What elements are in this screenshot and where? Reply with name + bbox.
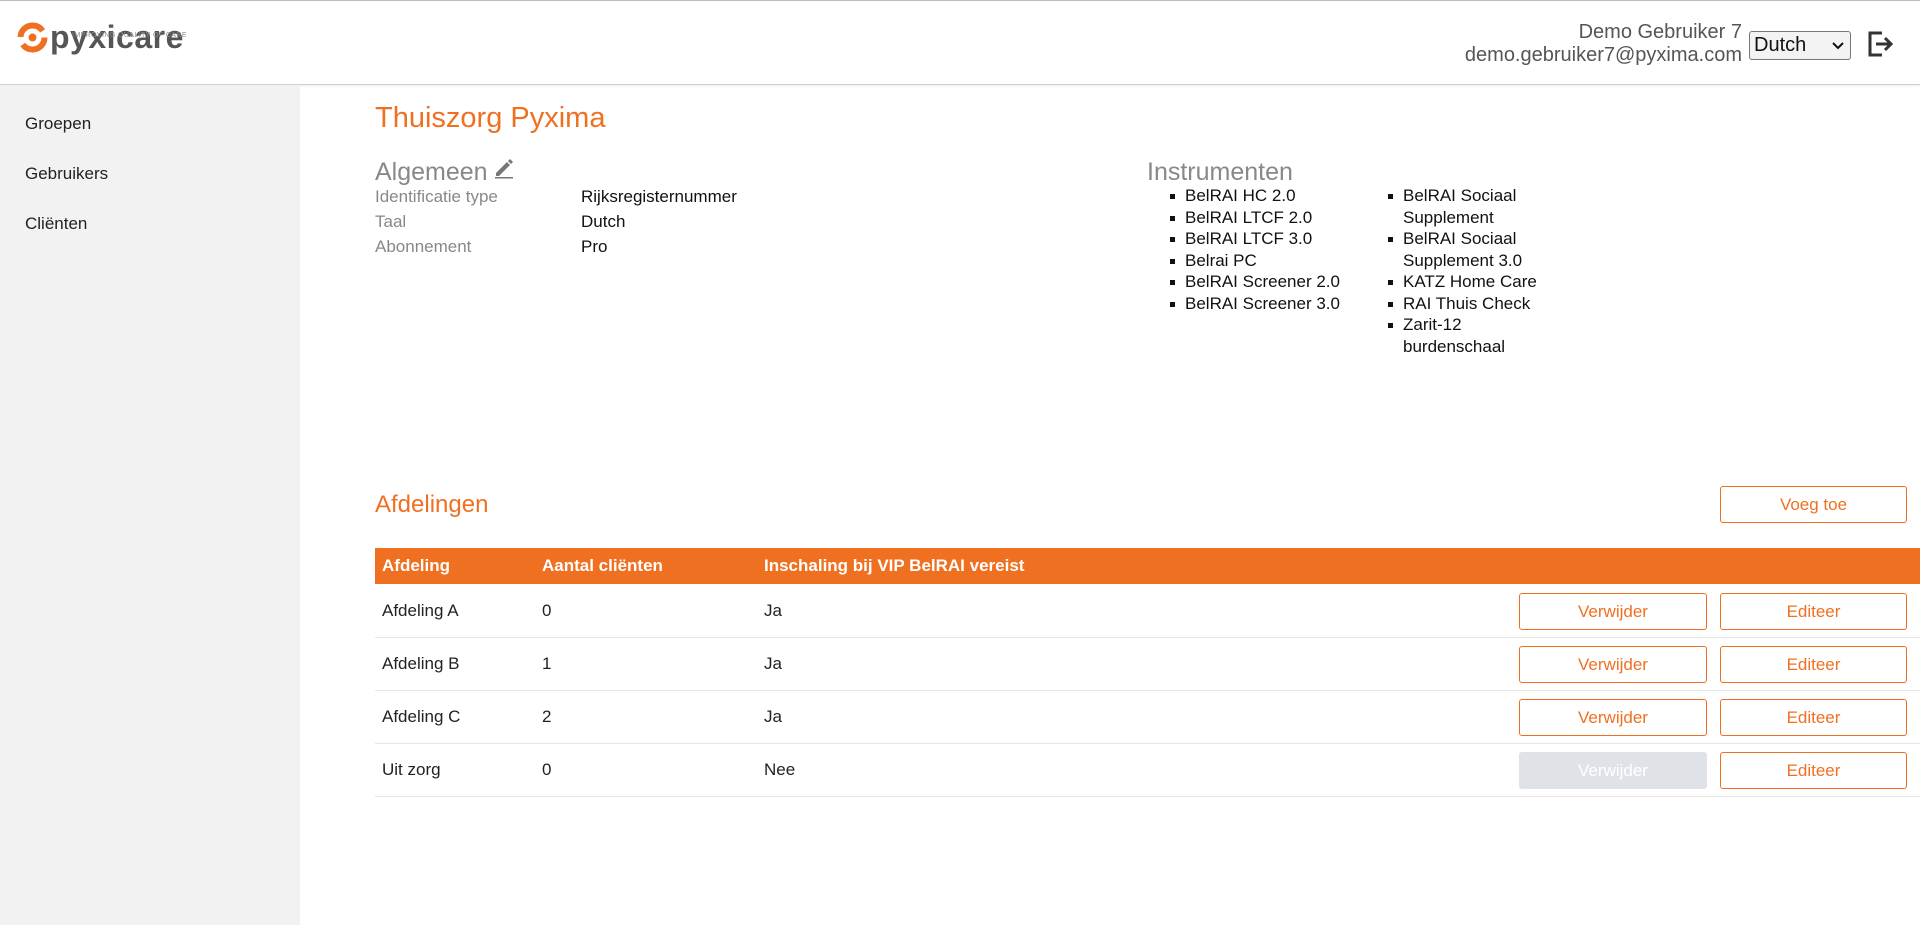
list-item: BelRAI Screener 2.0 [1170,271,1370,293]
cell-afdeling: Afdeling C [382,707,461,726]
cell-vip: Ja [764,654,782,673]
add-department-button[interactable]: Voeg toe [1720,486,1907,523]
list-item: Belrai PC [1170,250,1370,272]
departments-heading: Afdelingen [375,491,489,518]
cell-aantal: 2 [542,707,552,726]
list-item: BelRAI Sociaal Supplement [1388,185,1538,228]
list-item: BelRAI LTCF 3.0 [1170,228,1370,250]
field-label-taal: Taal [375,212,407,231]
delete-button[interactable]: Verwijder [1519,646,1707,683]
delete-button[interactable]: Verwijder [1519,593,1707,630]
edit-button[interactable]: Editeer [1720,752,1907,789]
user-info: Demo Gebruiker 7 demo.gebruiker7@pyxima.… [1465,21,1742,67]
page-title: Thuiszorg Pyxima [375,102,606,134]
language-select[interactable]: Dutch [1749,31,1851,60]
field-value-abonnement: Pro [581,237,608,256]
field-label-identificatie: Identificatie type [375,187,498,206]
pyxicare-logo-icon [17,22,48,52]
delete-button-disabled: Verwijder [1519,752,1707,789]
table-row: Uit zorg 0 Nee Verwijder Editeer [375,744,1920,797]
field-value-identificatie: Rijksregisternummer [581,187,737,206]
user-name: Demo Gebruiker 7 [1578,21,1742,43]
cell-aantal: 0 [542,601,552,620]
sidebar-item-clienten[interactable]: Cliënten [25,214,87,234]
list-item: BelRAI Sociaal Supplement 3.0 [1388,228,1538,271]
instruments-list-1: BelRAI HC 2.0 BelRAI LTCF 2.0 BelRAI LTC… [1170,185,1370,314]
cell-afdeling: Uit zorg [382,760,441,779]
pencil-icon[interactable] [493,157,515,179]
list-item: BelRAI HC 2.0 [1170,185,1370,207]
column-header-afdeling: Afdeling [382,556,450,575]
cell-vip: Nee [764,760,796,779]
edit-button[interactable]: Editeer [1720,593,1907,630]
delete-button[interactable]: Verwijder [1519,699,1707,736]
list-item: BelRAI Screener 3.0 [1170,293,1370,315]
language-selected-value: Dutch [1754,34,1807,56]
table-row: Afdeling C 2 Ja Verwijder Editeer [375,691,1920,744]
chevron-down-icon [1832,41,1844,49]
sidebar: Groepen Gebruikers Cliënten [0,86,300,925]
list-item: RAI Thuis Check [1388,293,1538,315]
cell-afdeling: Afdeling A [382,601,459,620]
field-label-abonnement: Abonnement [375,237,472,256]
top-header: pyxicare IMPROVING QUALITY OF CARE Demo … [0,0,1920,85]
cell-vip: Ja [764,707,782,726]
general-heading: Algemeen [375,158,488,186]
logo-tagline: IMPROVING QUALITY OF CARE [72,32,187,39]
table-row: Afdeling B 1 Ja Verwijder Editeer [375,638,1920,691]
user-email: demo.gebruiker7@pyxima.com [1464,44,1742,66]
column-header-vip: Inschaling bij VIP BelRAI vereist [764,556,1025,575]
cell-afdeling: Afdeling B [382,654,460,673]
cell-vip: Ja [764,601,782,620]
edit-button[interactable]: Editeer [1720,699,1907,736]
instruments-list-2: BelRAI Sociaal Supplement BelRAI Sociaal… [1388,185,1538,357]
list-item: KATZ Home Care [1388,271,1538,293]
sidebar-item-gebruikers[interactable]: Gebruikers [25,164,108,184]
list-item: BelRAI LTCF 2.0 [1170,207,1370,229]
table-row: Afdeling A 0 Ja Verwijder Editeer [375,585,1920,638]
sidebar-item-groepen[interactable]: Groepen [25,114,91,134]
departments-table-header: Afdeling Aantal cliënten Inschaling bij … [375,548,1920,584]
instruments-heading: Instrumenten [1147,158,1293,186]
cell-aantal: 1 [542,654,552,673]
list-item: Zarit-12 burdenschaal [1388,314,1538,357]
field-value-taal: Dutch [581,212,626,231]
edit-button[interactable]: Editeer [1720,646,1907,683]
logout-icon[interactable] [1865,29,1895,59]
cell-aantal: 0 [542,760,552,779]
column-header-aantal: Aantal cliënten [542,556,663,575]
